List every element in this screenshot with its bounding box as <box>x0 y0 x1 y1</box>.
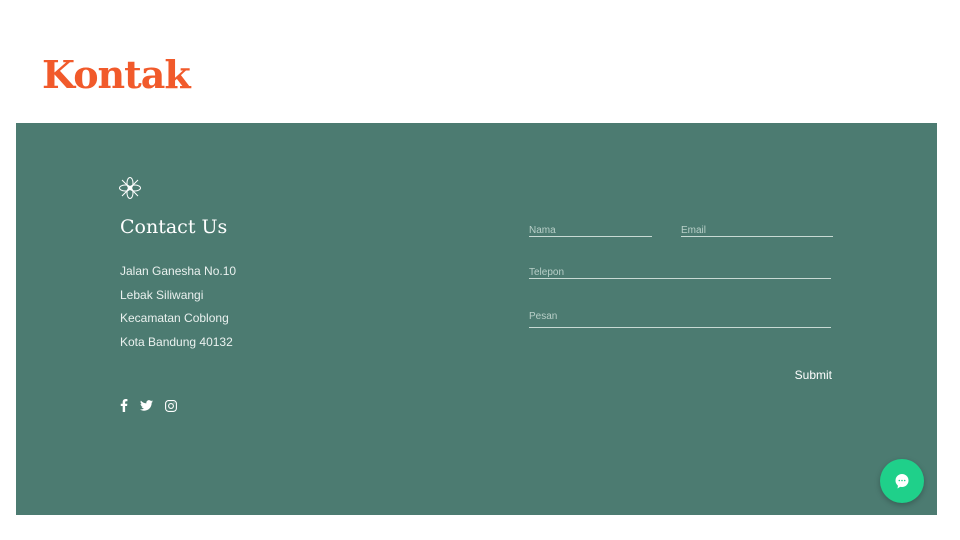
submit-button[interactable]: Submit <box>788 368 832 382</box>
address-line: Kecamatan Coblong <box>120 311 229 325</box>
chat-button[interactable] <box>880 459 924 503</box>
contact-panel: Contact Us Jalan Ganesha No.10 Lebak Sil… <box>16 123 937 515</box>
facebook-icon[interactable] <box>120 399 128 412</box>
instagram-icon[interactable] <box>165 399 177 412</box>
address-line: Kota Bandung 40132 <box>120 334 233 349</box>
flower-logo-icon <box>119 177 141 199</box>
page-title: Kontak <box>42 52 191 97</box>
chat-bubble-icon <box>895 474 909 489</box>
name-input[interactable] <box>529 225 652 236</box>
phone-field[interactable] <box>529 262 831 279</box>
contact-heading: Contact Us <box>120 216 228 238</box>
address-block: Jalan Ganesha No.10 Lebak Siliwangi Keca… <box>120 264 236 358</box>
address-line: Jalan Ganesha No.10 <box>120 264 237 278</box>
email-input[interactable] <box>681 225 833 236</box>
phone-input[interactable] <box>529 267 831 278</box>
twitter-icon[interactable] <box>140 400 153 411</box>
message-input[interactable] <box>529 311 831 322</box>
name-field[interactable] <box>529 220 652 237</box>
social-links <box>120 399 177 412</box>
message-field[interactable] <box>529 306 831 328</box>
email-field[interactable] <box>681 220 833 237</box>
address-line: Lebak Siliwangi <box>120 287 204 302</box>
